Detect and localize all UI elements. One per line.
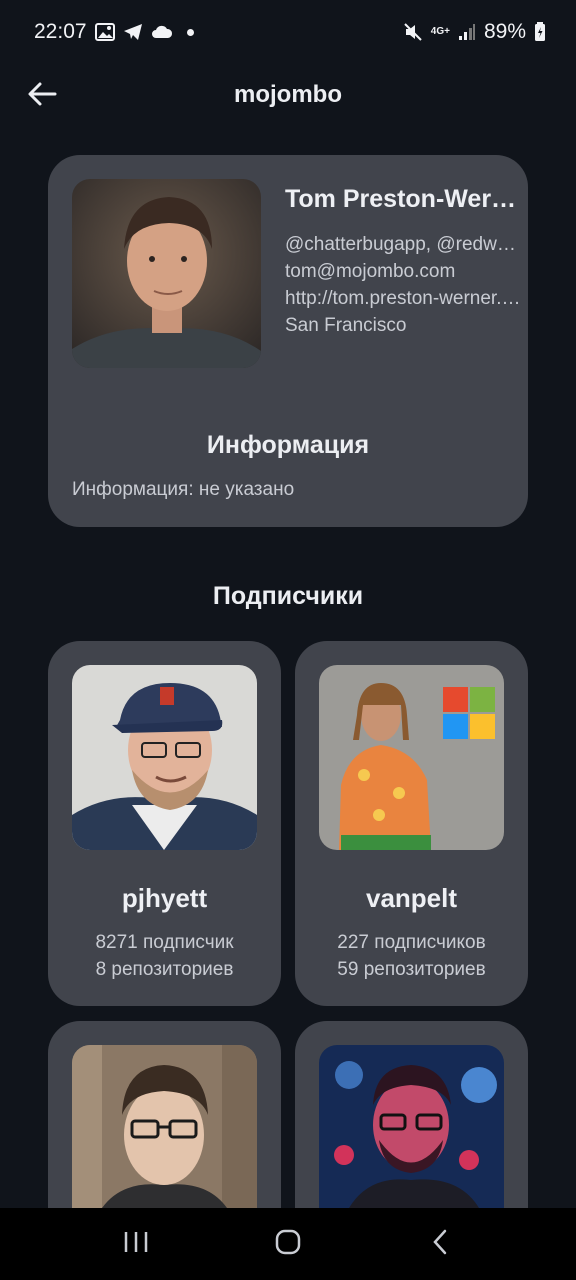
repo-count: 8 репозиториев [95, 959, 234, 980]
follower-count: 227 подписчиков [337, 932, 486, 953]
repo-count: 59 репозиториев [337, 959, 486, 980]
recents-button[interactable] [106, 1214, 166, 1274]
mute-icon [403, 22, 423, 42]
follower-count: 8271 подписчик [95, 932, 234, 953]
nav-back-icon [431, 1229, 449, 1260]
battery-icon [534, 22, 546, 42]
follower-avatar [319, 665, 504, 850]
notification-dot-icon [186, 28, 194, 36]
profile-location: San Francisco [285, 315, 407, 336]
follower-card[interactable]: pjhyett 8271 подписчик 8 репозиториев [48, 641, 281, 1006]
profile-blog-link[interactable]: http://tom.preston-werner.com [285, 285, 525, 312]
system-nav-bar [0, 1208, 576, 1280]
home-icon [275, 1229, 301, 1260]
follower-avatar [319, 1045, 504, 1208]
network-type: 4G+ [430, 26, 450, 37]
page-title: mojombo [234, 81, 342, 108]
cloud-icon [151, 25, 173, 39]
signal-icon [458, 23, 476, 41]
follower-card[interactable] [295, 1021, 528, 1208]
follower-avatar [72, 665, 257, 850]
follower-card[interactable]: vanpelt 227 подписчиков 59 репозиториев [295, 641, 528, 1006]
follower-card[interactable] [48, 1021, 281, 1208]
profile-email: tom@mojombo.com [285, 261, 456, 282]
info-heading: Информация [206, 431, 370, 459]
profile-card: Tom Preston-Werner @chatterbugapp, @redw… [48, 155, 528, 527]
nav-back-button[interactable] [410, 1214, 470, 1274]
info-text: Информация: не указано [72, 479, 295, 500]
followers-heading: Подписчики [212, 582, 364, 610]
gallery-icon [94, 23, 115, 41]
follower-login: pjhyett [121, 883, 208, 913]
follower-avatar [72, 1045, 257, 1208]
profile-name: Tom Preston-Werner [285, 185, 521, 213]
follower-login: vanpelt [365, 883, 458, 913]
status-bar: 22:07 4G+ 89% [0, 0, 576, 64]
profile-avatar [72, 179, 261, 368]
top-app-bar: mojombo [0, 64, 576, 128]
battery-percent: 89% [483, 20, 526, 43]
recents-icon [123, 1230, 149, 1259]
profile-company: @chatterbugapp, @redwoodjs, @preston-wer… [285, 234, 525, 255]
home-button[interactable] [258, 1214, 318, 1274]
telegram-icon [123, 23, 143, 41]
clock: 22:07 [34, 20, 87, 43]
